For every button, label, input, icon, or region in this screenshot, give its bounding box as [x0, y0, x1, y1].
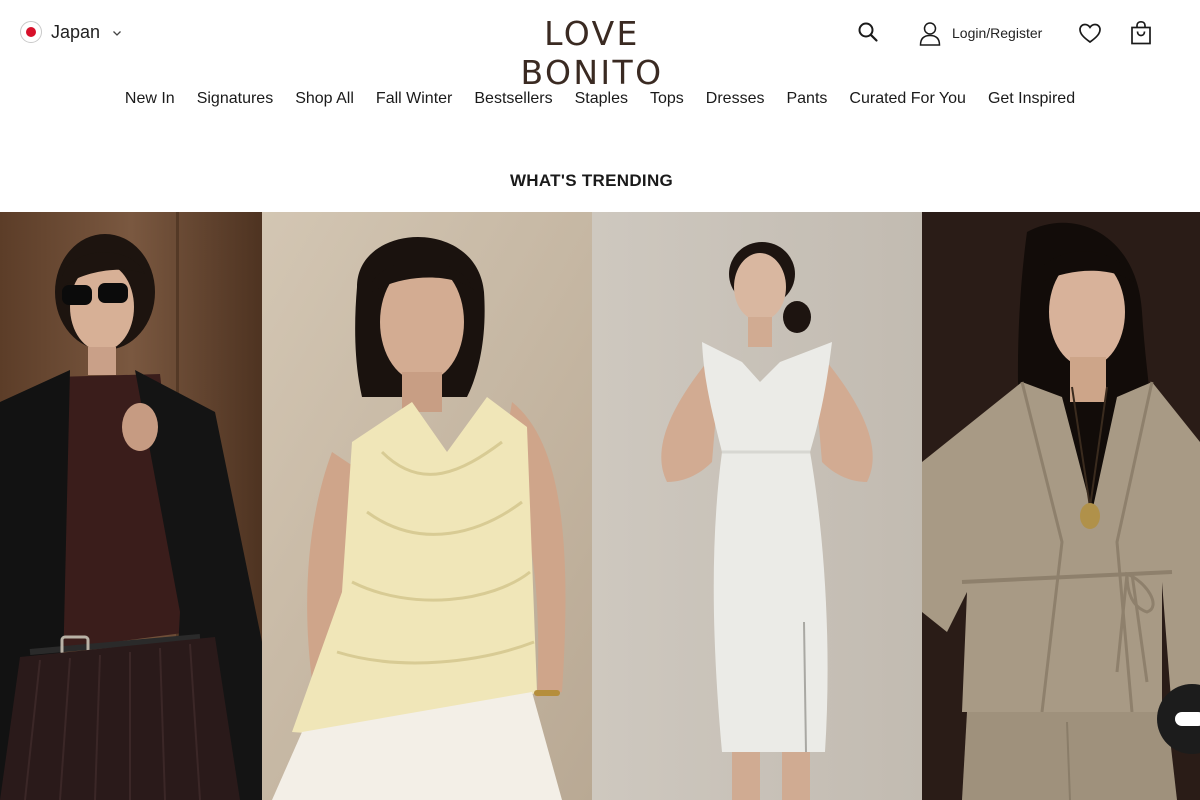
nav-item-tops[interactable]: Tops [650, 90, 684, 108]
nav-item-signatures[interactable]: Signatures [197, 90, 274, 108]
site-header: Japan LOVE BONITO Login/Register [0, 0, 1200, 92]
product-photo [592, 212, 922, 800]
nav-item-get-inspired[interactable]: Get Inspired [988, 90, 1075, 108]
nav-item-curated-for-you[interactable]: Curated For You [849, 90, 966, 108]
login-register-label: Login/Register [952, 25, 1043, 41]
main-navigation: New In Signatures Shop All Fall Winter B… [0, 90, 1200, 108]
product-image-card[interactable] [262, 212, 592, 800]
brand-logo[interactable]: LOVE BONITO [472, 14, 712, 92]
search-icon[interactable] [856, 20, 880, 44]
nav-item-fall-winter[interactable]: Fall Winter [376, 90, 452, 108]
nav-item-shop-all[interactable]: Shop All [295, 90, 354, 108]
product-photo [0, 212, 262, 800]
login-register-link[interactable]: Login/Register [918, 20, 1042, 46]
shopping-bag-icon[interactable] [1129, 20, 1153, 46]
nav-item-staples[interactable]: Staples [575, 90, 628, 108]
country-label: Japan [51, 21, 101, 42]
user-icon [919, 22, 941, 46]
heart-icon[interactable] [1078, 22, 1102, 44]
nav-item-bestsellers[interactable]: Bestsellers [474, 90, 552, 108]
nav-item-new-in[interactable]: New In [125, 90, 175, 108]
country-selector[interactable]: Japan [20, 21, 123, 43]
section-title: WHAT'S TRENDING [509, 171, 674, 190]
product-photo [262, 212, 592, 800]
chevron-down-icon [113, 31, 122, 36]
japan-flag-icon [20, 21, 42, 43]
page: Japan LOVE BONITO Login/Register New In … [0, 0, 1200, 800]
chat-bubble-icon [1175, 712, 1200, 726]
product-image-card[interactable] [592, 212, 922, 800]
product-image-card[interactable] [0, 212, 262, 800]
nav-item-dresses[interactable]: Dresses [706, 90, 765, 108]
trending-gallery [0, 212, 1200, 800]
nav-item-pants[interactable]: Pants [786, 90, 827, 108]
